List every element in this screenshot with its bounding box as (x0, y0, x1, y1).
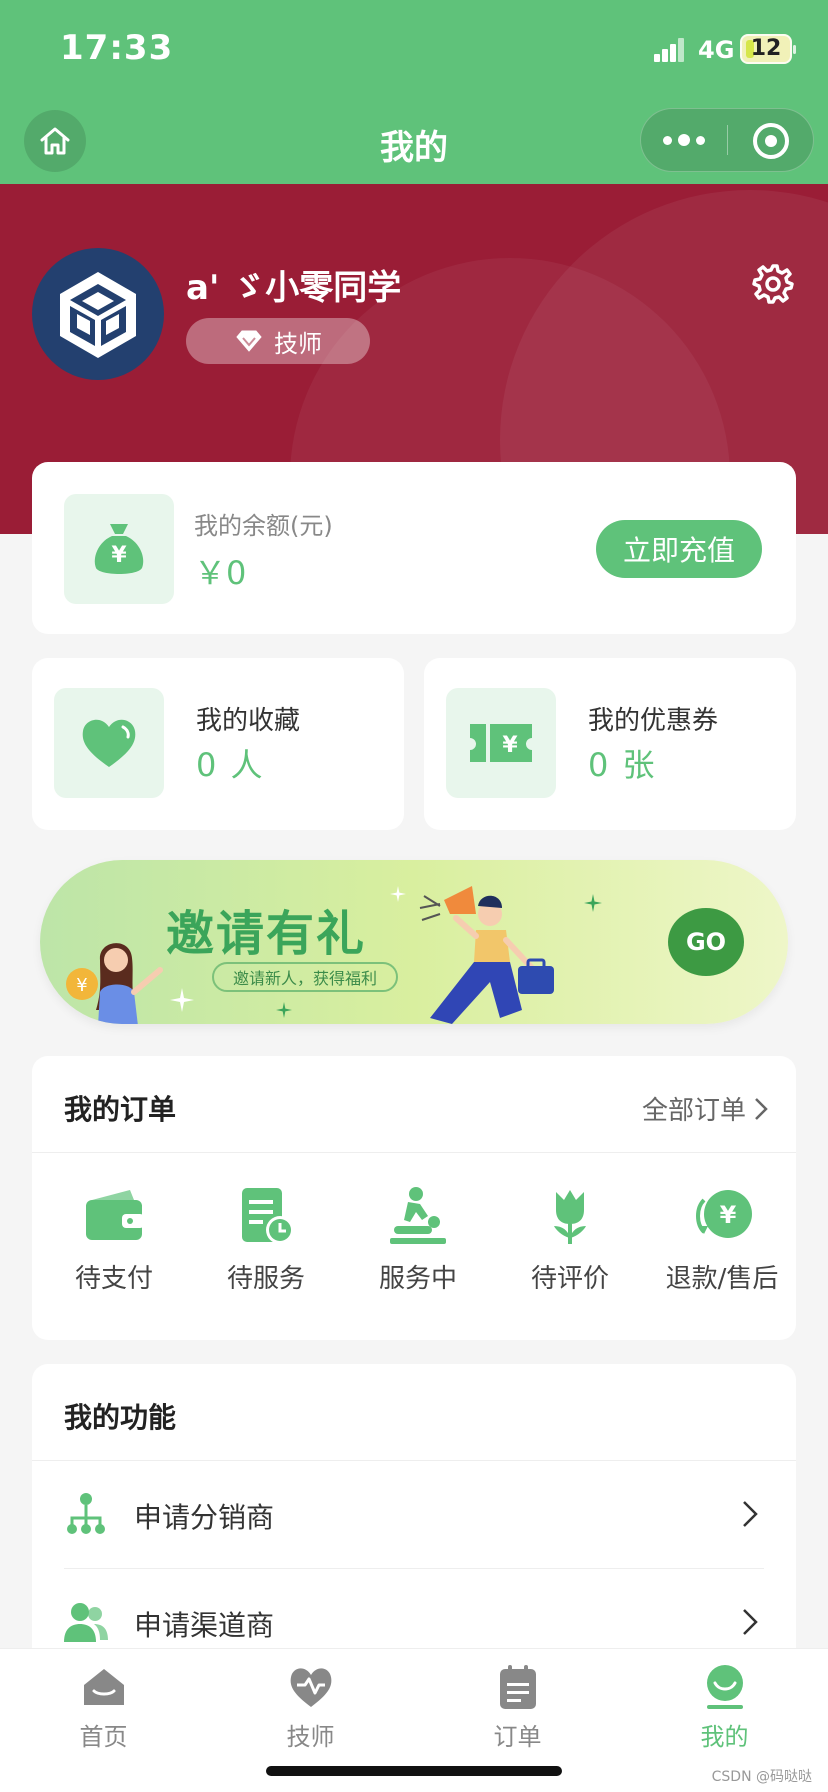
favorites-value: 0 人 (196, 746, 265, 784)
chevron-right-icon (743, 1501, 758, 1527)
girl-illustration: ¥ (66, 943, 163, 1024)
smile-icon (706, 1665, 743, 1709)
status-time: 17:33 (60, 28, 174, 68)
tab-technician[interactable]: 技师 (207, 1663, 414, 1752)
tab-mine[interactable]: 我的 (621, 1663, 828, 1752)
chevron-right-icon (755, 1097, 768, 1120)
function-item-label: 申请渠道商 (134, 1609, 275, 1642)
balance-label: 我的余额(元) (194, 512, 333, 540)
cube-logo-icon (60, 272, 136, 358)
close-target-button[interactable] (753, 123, 789, 159)
wallet-icon (86, 1190, 144, 1240)
coupons-value: 0 张 (588, 746, 657, 784)
svg-text:¥: ¥ (111, 543, 127, 568)
flower-review-icon (554, 1190, 586, 1244)
money-bag-icon: ¥ (94, 524, 144, 574)
status-bar: 17:33 4G 12 (0, 0, 828, 100)
function-item-apply-distributor[interactable]: 申请分销商 (32, 1460, 796, 1568)
home-icon (83, 1669, 124, 1705)
order-item-label: 待支付 (74, 1264, 153, 1294)
battery-icon: 12 (740, 34, 796, 64)
recharge-button[interactable]: 立即充值 (596, 520, 762, 578)
all-orders-link[interactable]: 全部订单 (642, 1090, 768, 1127)
diamond-icon (236, 330, 262, 352)
favorites-card[interactable]: 我的收藏 0 人 (32, 658, 404, 830)
order-item-pending-service[interactable]: 待服务 (190, 1186, 342, 1306)
service-schedule-icon (242, 1188, 294, 1244)
invite-go-button[interactable]: GO (668, 908, 744, 976)
balance-value: ￥0 (194, 554, 247, 592)
coupons-label: 我的优惠券 (588, 706, 719, 736)
favorites-label: 我的收藏 (196, 706, 301, 736)
orders-card: 我的订单 全部订单 待支付 待服务 服务中 待评价 ¥ 退款/售后 (32, 1056, 796, 1340)
tab-label: 我的 (700, 1723, 749, 1751)
more-button[interactable] (641, 109, 727, 171)
header: 17:33 4G 12 我的 (0, 0, 828, 184)
function-item-label: 申请分销商 (134, 1501, 275, 1534)
all-orders-label: 全部订单 (641, 1096, 746, 1126)
tab-home[interactable]: 首页 (0, 1663, 207, 1752)
heart-icon-box (54, 688, 164, 798)
invite-title: 邀请有礼 (166, 906, 367, 962)
orders-divider (32, 1152, 796, 1153)
settings-gear-icon[interactable] (752, 262, 794, 304)
heart-icon (82, 719, 136, 767)
tab-label: 技师 (286, 1723, 335, 1751)
order-item-label: 待服务 (226, 1264, 305, 1294)
tab-label: 首页 (79, 1723, 128, 1751)
sparkle-icon (170, 988, 194, 1012)
money-bag-icon-box: ¥ (64, 494, 174, 604)
sparkle-icon (390, 886, 406, 902)
tab-label: 订单 (493, 1723, 542, 1751)
sparkle-icon (276, 1002, 292, 1018)
users-icon (64, 1603, 108, 1642)
heart-pulse-icon (290, 1668, 331, 1707)
distribution-tree-icon (67, 1493, 105, 1534)
megaphone-man-illustration (419, 886, 554, 1024)
order-item-pending-payment[interactable]: 待支付 (38, 1186, 190, 1306)
order-item-label: 待评价 (530, 1264, 609, 1294)
coupon-ticket-icon: ¥ (470, 724, 532, 762)
watermark: CSDN @码哒哒 (711, 1769, 812, 1785)
network-type: 4G (698, 36, 735, 64)
orders-title: 我的订单 (64, 1093, 177, 1126)
invite-banner[interactable]: ¥ 邀请有礼 邀请新人，获得福利 GO (40, 860, 788, 1024)
coupon-icon-box: ¥ (446, 688, 556, 798)
tab-orders[interactable]: 订单 (414, 1663, 621, 1752)
capsule-divider (727, 125, 728, 155)
avatar[interactable] (32, 248, 164, 380)
order-item-pending-review[interactable]: 待评价 (494, 1186, 646, 1306)
role-badge-label: 技师 (274, 329, 322, 358)
svg-text:¥: ¥ (76, 975, 87, 996)
order-item-label: 服务中 (378, 1264, 457, 1294)
signal-icon (654, 38, 684, 62)
order-item-in-service[interactable]: 服务中 (342, 1186, 494, 1306)
massage-icon (390, 1187, 446, 1244)
order-item-label: 退款/售后 (665, 1264, 779, 1294)
coupons-card[interactable]: ¥ 我的优惠券 0 张 (424, 658, 796, 830)
svg-text:¥: ¥ (502, 733, 518, 758)
order-list-icon (499, 1665, 536, 1709)
mini-program-capsule (640, 108, 814, 172)
battery-level: 12 (750, 36, 782, 61)
balance-card[interactable]: ¥ 我的余额(元) ￥0 立即充值 (32, 462, 796, 634)
chevron-right-icon (743, 1609, 758, 1635)
invite-subtitle: 邀请新人，获得福利 (212, 962, 398, 992)
svg-text:¥: ¥ (720, 1201, 737, 1229)
order-item-refund[interactable]: ¥ 退款/售后 (646, 1186, 798, 1306)
nav-bar: 我的 (0, 100, 828, 184)
functions-card: 我的功能 申请分销商 申请渠道商 (32, 1364, 796, 1684)
home-indicator (266, 1766, 562, 1776)
functions-title: 我的功能 (64, 1401, 177, 1434)
refund-icon: ¥ (696, 1190, 752, 1238)
username: a' ゞ小零同学 (186, 268, 402, 308)
role-badge: 技师 (186, 318, 370, 364)
